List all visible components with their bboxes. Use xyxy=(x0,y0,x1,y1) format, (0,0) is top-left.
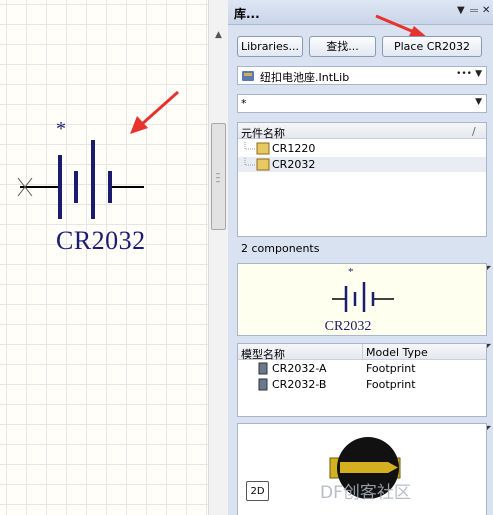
component-tree-icon xyxy=(244,142,270,155)
component-tree-icon xyxy=(244,158,270,171)
model-list[interactable]: 模型名称 Model Type CR2032-A Footprint CR203… xyxy=(237,343,487,417)
column-header-name[interactable]: 元件名称 xyxy=(241,125,285,141)
canvas-scrollbar[interactable]: ▲ – – – xyxy=(208,0,228,515)
filter-input[interactable]: * ▼ xyxy=(237,94,487,113)
component-name: CR1220 xyxy=(272,142,316,155)
libraries-button[interactable]: Libraries... xyxy=(237,36,303,57)
library-select-value: 纽扣电池座.IntLib xyxy=(260,71,350,84)
component-name-label: CR2032 xyxy=(324,319,372,334)
model-name: CR2032-A xyxy=(272,362,327,375)
ellipsis-icon[interactable]: ••• xyxy=(456,69,472,79)
designator-mark: * xyxy=(348,266,354,278)
annotation-arrowhead xyxy=(130,116,148,134)
annotation-arrow xyxy=(141,90,179,126)
model-type: Footprint xyxy=(366,378,416,391)
panel-header: 库... ▼ 𝄗 ✕ xyxy=(228,0,493,25)
component-name: CR2032 xyxy=(272,158,316,171)
model-type: Footprint xyxy=(366,362,416,375)
list-item[interactable]: CR2032 xyxy=(238,157,486,172)
filter-value: * xyxy=(241,97,247,110)
library-icon xyxy=(242,71,254,81)
watermark: DF创客社区 xyxy=(320,483,411,503)
place-button[interactable]: Place CR2032 xyxy=(382,36,482,57)
component-count: 2 components xyxy=(241,242,320,255)
component-name-label: CR2032 xyxy=(56,226,146,255)
view-mode-2d-button[interactable]: 2D xyxy=(246,481,269,501)
close-icon[interactable]: ✕ xyxy=(482,5,490,16)
chevron-down-icon[interactable]: ▼ xyxy=(475,97,482,107)
scroll-up-icon[interactable]: ▲ xyxy=(213,30,224,41)
designator-mark: * xyxy=(56,118,66,140)
column-header-model-type[interactable]: Model Type xyxy=(366,346,428,359)
library-select[interactable]: 纽扣电池座.IntLib ••• ▼ xyxy=(237,66,487,85)
symbol-preview: * CR2032 xyxy=(237,263,487,336)
schematic-canvas[interactable]: * CR2032 xyxy=(0,0,208,515)
chevron-down-icon[interactable]: ▼ xyxy=(475,69,482,79)
footprint-icon xyxy=(258,378,268,391)
menu-chevron-icon[interactable]: ▼ xyxy=(457,5,465,16)
table-row[interactable]: CR2032-B Footprint xyxy=(238,377,486,392)
panel-title: 库... xyxy=(234,7,260,21)
list-item[interactable]: CR1220 xyxy=(238,141,486,156)
grip-icon: – – – xyxy=(215,169,221,187)
footprint-preview[interactable]: 2D DF创客社区 xyxy=(237,423,487,515)
column-header-model-name[interactable]: 模型名称 xyxy=(241,346,285,362)
sort-indicator-icon: / xyxy=(472,125,476,138)
pin-icon[interactable]: 𝄗 xyxy=(470,5,478,16)
annotation-arrow xyxy=(375,14,415,34)
table-row[interactable]: CR2032-A Footprint xyxy=(238,361,486,376)
library-panel: 库... ▼ 𝄗 ✕ Libraries... 查找... Place CR20… xyxy=(228,0,493,515)
model-name: CR2032-B xyxy=(272,378,327,391)
footprint-icon xyxy=(258,362,268,375)
model-list-header[interactable]: 模型名称 Model Type xyxy=(238,344,486,362)
search-button[interactable]: 查找... xyxy=(309,36,376,57)
component-list[interactable]: 元件名称 / CR1220 CR2032 xyxy=(237,122,487,237)
battery-symbol-drawing xyxy=(17,90,179,219)
component-list-header[interactable]: 元件名称 / xyxy=(238,123,486,141)
